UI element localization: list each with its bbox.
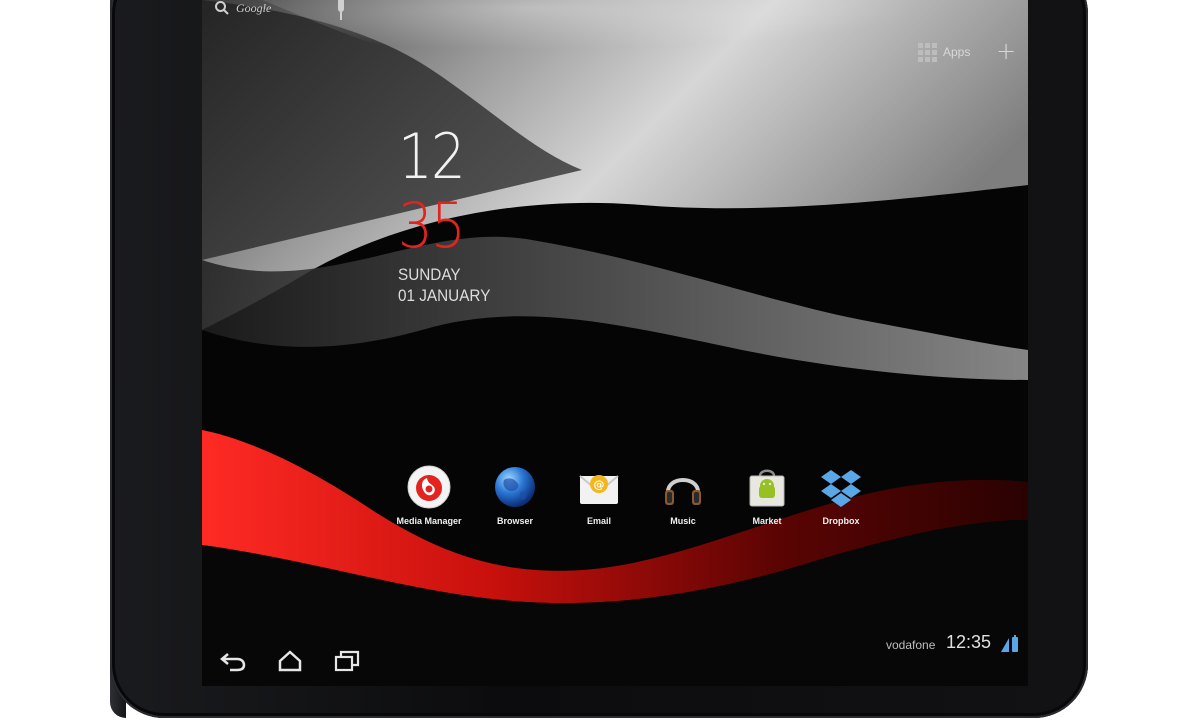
market-bag-icon	[749, 469, 785, 507]
app-email[interactable]: @ Email	[554, 464, 644, 526]
carrier-label: vodafone	[886, 638, 936, 652]
google-search-widget[interactable]: Google	[214, 0, 314, 22]
headphones-icon	[665, 478, 701, 505]
clock-widget[interactable]: 12 35 SUNDAY 01 JANUARY	[398, 126, 598, 306]
clock-date: 01 JANUARY	[398, 286, 491, 305]
app-label: Browser	[496, 516, 533, 526]
dropbox-icon	[821, 470, 861, 507]
clock-hour: 12	[398, 120, 466, 193]
globe-icon	[495, 467, 535, 507]
svg-text:@: @	[594, 478, 605, 491]
app-music[interactable]: Music	[638, 464, 728, 526]
app-label: Email	[586, 516, 611, 526]
signal-battery-icon	[1001, 635, 1018, 652]
apps-grid-icon	[918, 42, 937, 62]
clock-minute: 35	[398, 189, 466, 262]
status-time: 12:35	[946, 632, 992, 652]
app-dropbox[interactable]: Dropbox	[796, 464, 886, 526]
search-icon	[215, 1, 229, 15]
microphone-icon[interactable]	[334, 0, 348, 24]
wallpaper	[202, 0, 1028, 686]
back-icon[interactable]	[220, 650, 246, 672]
home-screen: Google Apps + 12 35 SUNDAY 01 JANUARY Me…	[202, 0, 1028, 686]
home-icon[interactable]	[278, 650, 302, 672]
apps-button[interactable]: Apps	[918, 40, 970, 64]
app-label: Music	[670, 516, 696, 526]
recent-apps-icon[interactable]	[334, 650, 360, 672]
app-label: Dropbox	[822, 516, 860, 526]
app-browser[interactable]: Browser	[470, 464, 560, 526]
email-icon: @	[579, 475, 619, 504]
app-media-manager[interactable]: Media Manager	[384, 464, 474, 526]
system-bar: vodafone 12:35	[202, 630, 1028, 686]
vodafone-icon	[407, 465, 451, 509]
google-brand-text: Google	[236, 0, 272, 15]
top-bar: Google	[202, 0, 1028, 34]
apps-label: Apps	[943, 45, 971, 59]
plus-icon[interactable]: +	[994, 39, 1018, 64]
app-label: Media Manager	[396, 516, 462, 526]
clock-day: SUNDAY	[398, 265, 461, 284]
